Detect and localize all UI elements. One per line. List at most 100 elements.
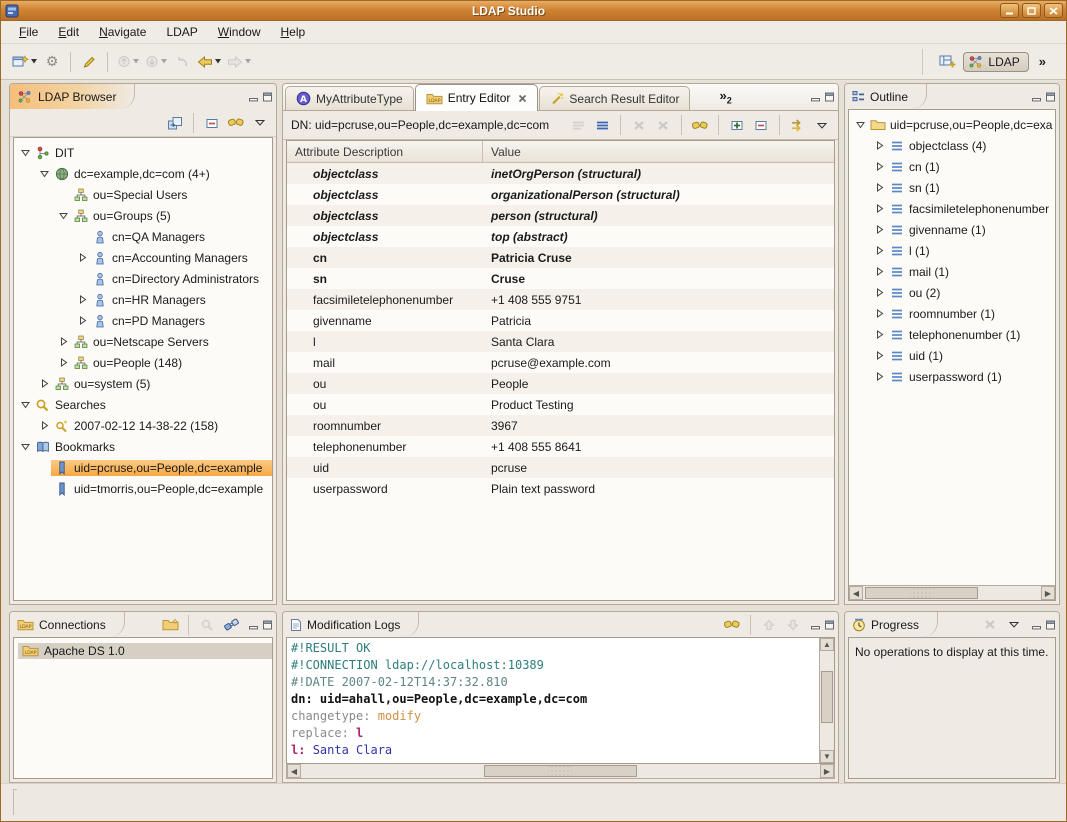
dropdown-arrow-icon[interactable] xyxy=(245,59,251,64)
back-button[interactable] xyxy=(195,50,223,74)
tree-item-body[interactable]: uid=tmorris,ou=People,dc=example xyxy=(51,481,272,497)
tree-item[interactable]: mail (1) xyxy=(849,261,1055,282)
tree-item[interactable]: ou=Groups (5) xyxy=(14,205,272,226)
tree-item-body[interactable]: givenname (1) xyxy=(886,222,1055,238)
tree-item[interactable]: uid=pcruse,ou=People,dc=example,dc=com xyxy=(849,114,1055,135)
tree-item-body[interactable]: uid=pcruse,ou=People,dc=example,dc=com xyxy=(867,117,1055,133)
tree-item[interactable]: objectclass (4) xyxy=(849,135,1055,156)
tree-item[interactable]: cn=Directory Administrators xyxy=(14,268,272,289)
quick-search-button[interactable] xyxy=(689,113,711,137)
expander-icon[interactable] xyxy=(872,183,886,192)
more-editors-chevron[interactable]: »2 xyxy=(719,88,731,106)
tree-item-body[interactable]: ou=Groups (5) xyxy=(70,208,272,224)
minimize-window-button[interactable] xyxy=(1000,3,1019,18)
ldif-log-text[interactable]: #!RESULT OK#!CONNECTION ldap://localhost… xyxy=(287,638,819,763)
menu-item-window[interactable]: Window xyxy=(208,22,271,42)
show-raw-values-button[interactable] xyxy=(591,113,613,137)
expander-icon[interactable] xyxy=(853,120,867,129)
menu-item-ldap[interactable]: LDAP xyxy=(156,22,207,42)
menu-item-navigate[interactable]: Navigate xyxy=(89,22,156,42)
collapse-all-button[interactable] xyxy=(201,111,223,135)
tree-item-body[interactable]: ou=Special Users xyxy=(70,187,272,203)
tree-item[interactable]: cn=QA Managers xyxy=(14,226,272,247)
table-row[interactable]: objectclassperson (structural) xyxy=(287,205,834,226)
scroll-right-arrow[interactable]: ▶ xyxy=(1041,586,1055,600)
connection-item[interactable]: LDAPApache DS 1.0 xyxy=(14,640,272,661)
tree-item[interactable]: uid=pcruse,ou=People,dc=example xyxy=(14,457,272,478)
connection-item-selected[interactable]: LDAPApache DS 1.0 xyxy=(18,643,272,659)
outline-horizontal-scrollbar[interactable]: ◀ ▶ xyxy=(849,585,1055,600)
tree-item[interactable]: ou (2) xyxy=(849,282,1055,303)
tree-item-body[interactable]: 2007-02-12 14-38-22 (158) xyxy=(51,418,272,434)
editor-tab-entry-editor[interactable]: LDAPEntry Editor xyxy=(415,84,539,111)
tree-item-body[interactable]: cn=Accounting Managers xyxy=(89,250,272,266)
tree-item-body[interactable]: DIT xyxy=(32,145,272,161)
tree-item[interactable]: cn=PD Managers xyxy=(14,310,272,331)
table-row[interactable]: mailpcruse@example.com xyxy=(287,352,834,373)
tree-item[interactable]: cn=Accounting Managers xyxy=(14,247,272,268)
view-menu-button[interactable] xyxy=(1003,615,1025,635)
view-menu-button[interactable] xyxy=(249,111,271,135)
tree-item[interactable]: uid=tmorris,ou=People,dc=example xyxy=(14,478,272,499)
tree-item-body[interactable]: cn=HR Managers xyxy=(89,292,272,308)
minimize-panel-button[interactable] xyxy=(1031,620,1042,630)
expander-icon[interactable] xyxy=(56,211,70,220)
tree-item[interactable]: sn (1) xyxy=(849,177,1055,198)
dropdown-arrow-icon[interactable] xyxy=(133,59,139,64)
open-search-button[interactable] xyxy=(78,50,100,74)
minimize-panel-button[interactable] xyxy=(248,92,259,102)
expander-icon[interactable] xyxy=(872,309,886,318)
menu-item-file[interactable]: File xyxy=(9,22,48,42)
connections-tab[interactable]: LDAP Connections xyxy=(10,612,125,637)
maximize-panel-button[interactable] xyxy=(262,92,273,102)
expander-icon[interactable] xyxy=(872,225,886,234)
expander-icon[interactable] xyxy=(872,246,886,255)
open-perspective-button[interactable] xyxy=(936,50,958,74)
expander-icon[interactable] xyxy=(37,421,51,430)
expander-icon[interactable] xyxy=(75,295,89,304)
tree-item[interactable]: ou=system (5) xyxy=(14,373,272,394)
perspective-more-chevron[interactable]: » xyxy=(1033,54,1052,69)
tree-item[interactable]: userpassword (1) xyxy=(849,366,1055,387)
quick-search-button[interactable] xyxy=(225,111,247,135)
menu-item-help[interactable]: Help xyxy=(270,22,315,42)
minimize-panel-button[interactable] xyxy=(248,620,259,630)
table-row[interactable]: objectclassorganizationalPerson (structu… xyxy=(287,184,834,205)
attr-description-column-header[interactable]: Attribute Description xyxy=(287,141,483,162)
outline-tab[interactable]: Outline xyxy=(845,84,927,109)
editor-tab-search-result-editor[interactable]: Search Result Editor xyxy=(539,86,690,110)
tree-item-body[interactable]: Bookmarks xyxy=(32,439,272,455)
table-row[interactable]: uidpcruse xyxy=(287,457,834,478)
preferences-button[interactable]: ⚙ xyxy=(41,50,63,74)
tree-item-body[interactable]: ou=People (148) xyxy=(70,355,272,371)
dropdown-arrow-icon[interactable] xyxy=(31,59,37,64)
tree-item[interactable]: cn=HR Managers xyxy=(14,289,272,310)
tree-item[interactable]: ou=People (148) xyxy=(14,352,272,373)
new-button[interactable] xyxy=(10,50,39,74)
scroll-left-arrow[interactable]: ◀ xyxy=(287,764,301,778)
logs-horizontal-scrollbar[interactable]: ◀ ▶ xyxy=(286,764,835,779)
maximize-panel-button[interactable] xyxy=(824,92,835,102)
ldap-browser-tab[interactable]: LDAP Browser xyxy=(10,84,135,109)
progress-tab[interactable]: Progress xyxy=(845,612,938,637)
expander-icon[interactable] xyxy=(872,141,886,150)
tree-item[interactable]: roomnumber (1) xyxy=(849,303,1055,324)
tree-item-body[interactable]: l (1) xyxy=(886,243,1055,259)
expander-icon[interactable] xyxy=(18,400,32,409)
tree-item-body[interactable]: cn=PD Managers xyxy=(89,313,272,329)
tree-item-body[interactable]: mail (1) xyxy=(886,264,1055,280)
maximize-panel-button[interactable] xyxy=(824,620,835,630)
expander-icon[interactable] xyxy=(75,253,89,262)
expander-icon[interactable] xyxy=(872,330,886,339)
tree-item-selected[interactable]: uid=pcruse,ou=People,dc=example xyxy=(51,460,272,476)
table-row[interactable]: telephonenumber+1 408 555 8641 xyxy=(287,436,834,457)
tree-item[interactable]: Searches xyxy=(14,394,272,415)
minimize-panel-button[interactable] xyxy=(810,92,821,102)
ldap-perspective-button[interactable]: LDAP xyxy=(963,52,1028,72)
fetch-operational-attributes-button[interactable] xyxy=(787,113,809,137)
tree-item-body[interactable]: userpassword (1) xyxy=(886,369,1055,385)
table-row[interactable]: snCruse xyxy=(287,268,834,289)
tree-item[interactable]: ou=Netscape Servers xyxy=(14,331,272,352)
tree-item[interactable]: givenname (1) xyxy=(849,219,1055,240)
menu-item-edit[interactable]: Edit xyxy=(48,22,89,42)
